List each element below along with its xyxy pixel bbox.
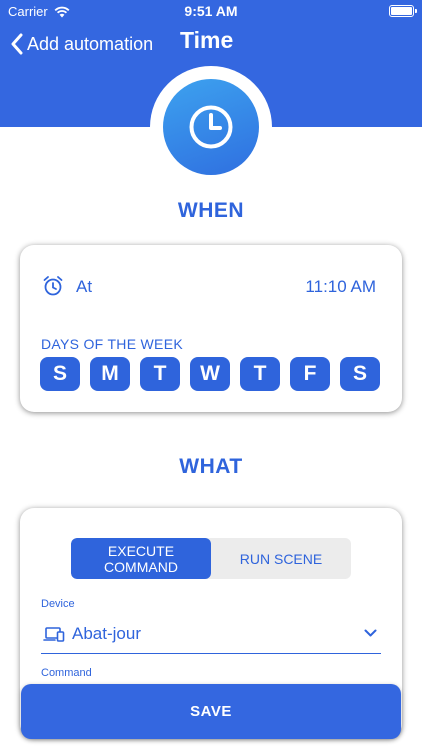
back-button[interactable]: Add automation: [10, 30, 153, 58]
days-of-week-label: DAYS OF THE WEEK: [41, 336, 183, 352]
run-scene-label: RUN SCENE: [239, 550, 323, 567]
status-time: 9:51 AM: [184, 3, 238, 19]
day-thursday-button[interactable]: T: [240, 357, 280, 391]
save-label: SAVE: [190, 703, 232, 720]
day-wednesday-button[interactable]: W: [190, 357, 230, 391]
day-monday-button[interactable]: M: [90, 357, 130, 391]
battery-icon: [389, 5, 417, 17]
page-title: Time: [180, 27, 234, 53]
at-label: At: [76, 277, 93, 296]
save-button[interactable]: SAVE: [21, 684, 401, 739]
at-time-value[interactable]: 11:10 AM: [305, 277, 376, 297]
run-scene-segment[interactable]: RUN SCENE: [211, 538, 351, 579]
what-section-title: WHAT: [179, 455, 243, 478]
when-section-title: WHEN: [177, 199, 245, 222]
clock-circle: [163, 79, 259, 175]
when-card: At 11:10 AM DAYS OF THE WEEK S M T W T F…: [20, 245, 402, 412]
clock-icon: [189, 105, 233, 149]
at-time-row[interactable]: At 11:10 AM: [42, 275, 382, 299]
command-field-label: Command: [41, 667, 92, 679]
execute-command-label: EXECUTE COMMAND: [104, 542, 178, 575]
days-of-week-selector: S M T W T F S: [40, 357, 380, 391]
day-sunday-button[interactable]: S: [40, 357, 80, 391]
action-type-segmented-control: EXECUTE COMMAND RUN SCENE: [71, 538, 351, 579]
alarm-clock-icon: [43, 276, 63, 296]
header-clock-badge: [150, 66, 272, 188]
day-tuesday-button[interactable]: T: [140, 357, 180, 391]
status-bar: Carrier 9:51 AM: [0, 0, 422, 22]
day-friday-button[interactable]: F: [290, 357, 330, 391]
day-saturday-button[interactable]: S: [340, 357, 380, 391]
device-field-label: Device: [41, 598, 75, 610]
chevron-left-icon: [11, 33, 23, 55]
chevron-down-icon: [364, 629, 377, 637]
execute-command-segment[interactable]: EXECUTE COMMAND: [71, 538, 211, 579]
back-label: Add automation: [27, 33, 154, 54]
devices-icon: [43, 627, 65, 642]
device-value: Abat-jour: [72, 624, 141, 643]
device-select[interactable]: Abat-jour: [41, 620, 381, 654]
